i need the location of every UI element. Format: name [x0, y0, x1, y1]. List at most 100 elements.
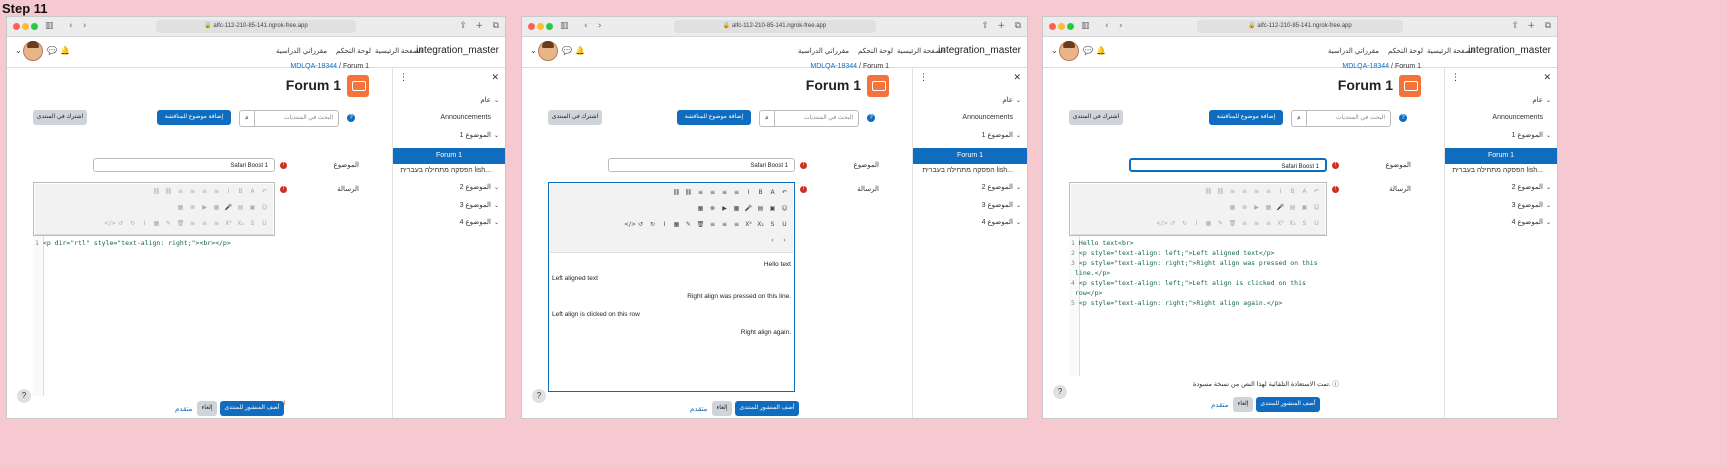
forum-search-input[interactable]: البحث في المنتديات ⌕ [1291, 110, 1391, 127]
course-index-section[interactable]: الموضوع 4 ⌄ [982, 218, 1021, 226]
site-name[interactable]: integration_master [938, 45, 1021, 56]
editor-tool-button[interactable]: ▦ [732, 204, 741, 213]
editor-tool-button[interactable]: ↺ [1168, 219, 1177, 228]
course-index-item-active[interactable]: Forum 1 [393, 148, 505, 164]
close-icon[interactable]: ✕ [1013, 73, 1021, 83]
help-button[interactable]: ? [532, 389, 546, 403]
course-index-section[interactable]: الموضوع 4 ⌄ [460, 218, 499, 226]
course-index-item-active[interactable]: Forum 1 [1445, 148, 1557, 164]
editor-tool-button[interactable]: ▣ [1300, 203, 1309, 212]
chevron-down-icon[interactable]: ⌄ [1016, 219, 1021, 226]
editor-tool-button[interactable]: X² [1276, 219, 1285, 228]
nav-home-link[interactable]: الصفحة الرئيسية [897, 47, 945, 55]
chevron-down-icon[interactable]: ⌄ [1546, 132, 1551, 139]
nav-mycourses-link[interactable]: مقرراتي الدراسية [798, 47, 849, 55]
editor-tool-button[interactable]: X² [224, 219, 233, 228]
editor-tool-button[interactable]: ▶ [200, 203, 209, 212]
editor-tool-button[interactable]: ⛓ [684, 188, 693, 197]
editor-paragraph[interactable]: Left align is clicked on this row [552, 311, 640, 318]
subject-input[interactable]: Safari Boost 1 [1129, 158, 1327, 172]
help-button[interactable]: ? [17, 389, 31, 403]
editor-tool-button[interactable]: I [140, 219, 149, 228]
maximize-window-icon[interactable] [1067, 23, 1074, 30]
minimize-window-icon[interactable] [22, 23, 29, 30]
editor-tool-button[interactable]: ✎ [684, 220, 693, 229]
sidebar-toggle-icon[interactable]: ▥ [45, 20, 54, 32]
kebab-menu-icon[interactable]: ⋮ [399, 73, 408, 83]
bell-icon[interactable]: 🔔 [575, 46, 585, 55]
maximize-window-icon[interactable] [31, 23, 38, 30]
editor-tool-button[interactable]: </> [624, 220, 636, 229]
editor-tool-button[interactable]: ▶ [1252, 203, 1261, 212]
add-discussion-button[interactable]: إضافة موضوع للمناقشة [677, 110, 751, 125]
editor-tool-button[interactable]: ▣ [248, 203, 257, 212]
editor-tool-button[interactable]: ↶ [780, 188, 789, 197]
forum-search-input[interactable]: البحث في المنتديات ⌕ [759, 110, 859, 127]
chevron-down-icon[interactable]: ⌄ [494, 219, 499, 226]
course-index-section[interactable]: الموضوع 3 ⌄ [982, 201, 1021, 209]
chevron-down-icon[interactable]: ⌄ [1016, 184, 1021, 191]
chevron-down-icon[interactable]: ⌄ [1016, 202, 1021, 209]
course-index-section[interactable]: الموضوع 2 ⌄ [460, 183, 499, 191]
editor-tool-button[interactable]: ≡ [200, 219, 209, 228]
editor-tool-button[interactable]: ≡ [200, 187, 209, 196]
editor-paragraph[interactable]: Right align was pressed on this line. [687, 293, 791, 300]
editor-paragraph[interactable]: Right align again. [741, 329, 791, 336]
new-tab-icon[interactable]: + [997, 20, 1005, 32]
editor-tool-button[interactable]: ≡ [1240, 187, 1249, 196]
advanced-link[interactable]: متقدم [690, 405, 707, 413]
chat-icon[interactable]: 💬 [1083, 46, 1093, 55]
close-icon[interactable]: ✕ [1543, 73, 1551, 83]
post-to-forum-button[interactable]: أضف المنشور للمنتدى [735, 401, 799, 416]
close-window-icon[interactable] [1049, 23, 1056, 30]
course-index-item[interactable]: הפסקה מתחילה בעברית lish... [922, 167, 1013, 174]
course-index-section[interactable]: الموضوع 3 ⌄ [460, 201, 499, 209]
new-tab-icon[interactable]: + [1527, 20, 1535, 32]
editor-tool-button[interactable]: ≡ [720, 188, 729, 197]
advanced-link[interactable]: متقدم [1211, 401, 1228, 409]
editor-tool-button[interactable]: ▤ [1288, 203, 1297, 212]
sidebar-toggle-icon[interactable]: ▥ [1081, 20, 1090, 32]
editor-tool-button[interactable]: U [1312, 219, 1321, 228]
editor-tool-button[interactable]: I [1192, 219, 1201, 228]
new-tab-icon[interactable]: + [475, 20, 483, 32]
editor-tool-button[interactable]: ↶ [260, 187, 269, 196]
cancel-button[interactable]: إلغاء [197, 401, 217, 416]
chevron-down-icon[interactable]: ⌄ [15, 46, 22, 55]
search-help-icon[interactable]: ? [1399, 114, 1407, 122]
address-bar[interactable]: 🔒 alfc-112-210-85-141.ngrok-free.app [673, 20, 876, 33]
editor-tool-button[interactable]: ⛓ [672, 188, 681, 197]
tabs-overview-icon[interactable]: ⧉ [493, 20, 499, 32]
nav-home-link[interactable]: الصفحة الرئيسية [375, 47, 423, 55]
search-icon[interactable]: ⌕ [1292, 111, 1307, 126]
tabs-overview-icon[interactable]: ⧉ [1545, 20, 1551, 32]
editor-tool-button[interactable]: ⛓ [152, 187, 161, 196]
breadcrumb-course-link[interactable]: MDLQA-18344 [290, 63, 337, 70]
nav-dashboard-link[interactable]: لوحة التحكم [336, 47, 371, 55]
editor-paragraph[interactable]: Left aligned text [552, 275, 598, 282]
editor-tool-button[interactable]: </> [104, 219, 116, 228]
editor-tool-button[interactable]: ≡ [732, 188, 741, 197]
kebab-menu-icon[interactable]: ⋮ [1451, 73, 1460, 83]
chat-icon[interactable]: 💬 [47, 46, 57, 55]
editor-tool-button[interactable]: ≡ [176, 187, 185, 196]
editor-tool-button[interactable]: I [1276, 187, 1285, 196]
editor-tool-button[interactable]: ≡ [212, 187, 221, 196]
search-help-icon[interactable]: ? [347, 114, 355, 122]
course-index-item[interactable]: Announcements [440, 114, 491, 121]
editor-tool-button[interactable]: ▦ [1264, 203, 1273, 212]
editor-tool-button[interactable]: I [224, 187, 233, 196]
share-icon[interactable]: ⇪ [1511, 20, 1519, 32]
editor-tool-button[interactable]: A [248, 187, 257, 196]
address-bar[interactable]: 🔒 alfc-112-210-85-141.ngrok-free.app [156, 20, 356, 33]
editor-tool-button[interactable]: ▦ [176, 203, 185, 212]
editor-tool-button[interactable]: ⊗ [708, 204, 717, 213]
editor-tool-button[interactable]: ≡ [188, 187, 197, 196]
site-name[interactable]: integration_master [1468, 45, 1551, 56]
subscribe-button[interactable]: اشترك في المنتدى [548, 110, 602, 125]
breadcrumb-course-link[interactable]: MDLQA-18344 [1342, 63, 1389, 70]
close-window-icon[interactable] [528, 23, 535, 30]
chevron-down-icon[interactable]: ⌄ [1016, 132, 1021, 139]
editor-tool-button[interactable]: 🎤 [224, 203, 233, 212]
editor-tool-button[interactable]: I [744, 188, 753, 197]
